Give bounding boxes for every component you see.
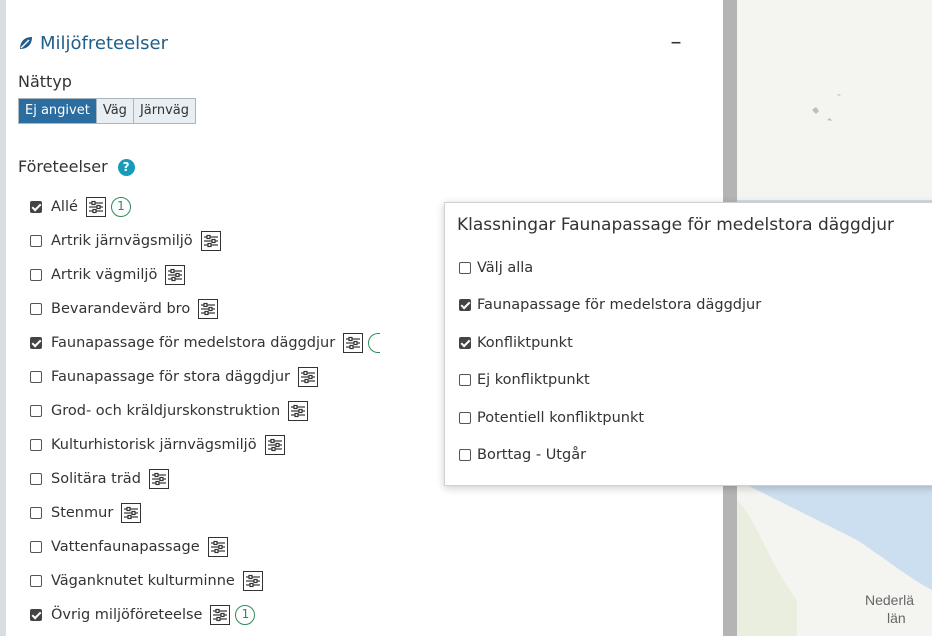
- classification-option[interactable]: Potentiell konfliktpunkt: [459, 399, 761, 437]
- selected-count-badge: 1: [110, 197, 131, 217]
- map-label-country-cont: län: [887, 610, 906, 626]
- classification-list: Välj alla Faunapassage för medelstora däg…: [459, 249, 761, 474]
- classification-checkbox[interactable]: [459, 261, 471, 274]
- help-icon[interactable]: ?: [117, 159, 135, 176]
- phenomenon-checkbox[interactable]: [30, 575, 42, 587]
- popup-title: Klassningar Faunapassage för medelstora …: [457, 215, 895, 235]
- selected-count-badge: 1: [235, 605, 256, 625]
- classification-label[interactable]: Konfliktpunkt: [477, 335, 573, 351]
- classification-option[interactable]: Ej konfliktpunkt: [459, 362, 761, 400]
- filter-settings-icon[interactable]: [148, 469, 169, 489]
- filter-settings-icon[interactable]: [200, 231, 221, 251]
- phenomenon-row: Solitära träd: [30, 462, 380, 496]
- phenomenon-label[interactable]: Vattenfaunapassage: [51, 539, 200, 555]
- filter-settings-icon[interactable]: [210, 605, 231, 625]
- phenomenon-checkbox[interactable]: [30, 337, 42, 349]
- phenomenon-label[interactable]: Allé: [51, 199, 78, 215]
- phenomenon-checkbox[interactable]: [30, 269, 42, 281]
- phenomenon-row: Faunapassage för medelstora däggdjur: [30, 326, 381, 360]
- classification-checkbox[interactable]: [459, 449, 471, 462]
- phenomenon-label[interactable]: Väganknutet kulturminne: [51, 573, 235, 589]
- phenomenon-row: Väganknutet kulturminne: [30, 564, 380, 598]
- phenomenon-label[interactable]: Artrik järnvägsmiljö: [51, 233, 193, 249]
- phenomenon-checkbox[interactable]: [30, 507, 42, 519]
- classification-popup: Klassningar Faunapassage för medelstora …: [444, 202, 932, 486]
- filter-settings-icon[interactable]: [288, 401, 309, 421]
- phenomenon-row: Grod- och kräldjurskonstruktion: [30, 394, 380, 428]
- phenomenon-checkbox[interactable]: [30, 439, 42, 451]
- classification-label[interactable]: Välj alla: [477, 260, 533, 276]
- phenomenon-row: Vattenfaunapassage: [30, 530, 380, 564]
- network-type-label: Nättyp: [18, 72, 72, 91]
- classification-label[interactable]: Faunapassage för medelstora däggdjur: [477, 297, 761, 313]
- phenomenon-row: Stenmur: [30, 496, 380, 530]
- panel-title: Miljöfreteelser: [40, 32, 169, 54]
- count-badge-partial: [368, 333, 381, 353]
- phenomenon-label[interactable]: Faunapassage för stora däggdjur: [51, 369, 290, 385]
- filter-settings-icon[interactable]: [242, 571, 263, 591]
- leaf-icon: [20, 37, 32, 49]
- phenomenon-checkbox[interactable]: [30, 405, 42, 417]
- phenomenon-row: Bevarandevärd bro: [30, 292, 380, 326]
- phenomenon-checkbox[interactable]: [30, 371, 42, 383]
- minimize-button[interactable]: –: [666, 28, 686, 58]
- phenomenon-label[interactable]: Artrik vägmiljö: [51, 267, 157, 283]
- network-type-selector: Ej angivet Väg Järnväg: [18, 98, 197, 124]
- classification-option[interactable]: Borttag - Utgår: [459, 437, 761, 475]
- phenomena-list: Allé 1 Artrik järnvägsmiljö Artrik vägmiljö…: [30, 190, 381, 632]
- network-option-vag[interactable]: Väg: [96, 99, 134, 123]
- phenomenon-label[interactable]: Övrig miljöföreteelse: [51, 607, 202, 623]
- phenomenon-label[interactable]: Faunapassage för medelstora däggdjur: [51, 335, 335, 351]
- classification-option[interactable]: Konfliktpunkt: [459, 324, 761, 362]
- phenomenon-label[interactable]: Grod- och kräldjurskonstruktion: [51, 403, 280, 419]
- phenomenon-label[interactable]: Kulturhistorisk järnvägsmiljö: [51, 437, 257, 453]
- phenomenon-checkbox[interactable]: [30, 473, 42, 485]
- classification-checkbox[interactable]: [459, 336, 471, 349]
- phenomenon-row: Faunapassage för stora däggdjur: [30, 360, 380, 394]
- phenomenon-row: Kulturhistorisk järnvägsmiljö: [30, 428, 380, 462]
- classification-checkbox[interactable]: [459, 411, 471, 424]
- phenomenon-checkbox[interactable]: [30, 235, 42, 247]
- filter-settings-icon[interactable]: [198, 299, 219, 319]
- phenomenon-label[interactable]: Stenmur: [51, 505, 113, 521]
- classification-label[interactable]: Ej konfliktpunkt: [477, 372, 590, 388]
- classification-checkbox[interactable]: [459, 374, 471, 387]
- phenomenon-row: Artrik järnvägsmiljö: [30, 224, 380, 258]
- map-label-country: Nederlä: [865, 592, 915, 608]
- panel-header: Miljöfreteelser: [18, 28, 168, 58]
- filter-settings-icon[interactable]: [85, 197, 106, 217]
- classification-label[interactable]: Potentiell konfliktpunkt: [477, 410, 644, 426]
- phenomena-label: Företeelser: [18, 157, 108, 176]
- classification-option[interactable]: Välj alla: [459, 249, 761, 287]
- phenomenon-checkbox[interactable]: [30, 541, 42, 553]
- phenomena-heading: Företeelser?: [18, 157, 135, 176]
- network-option-jarnvag[interactable]: Järnväg: [133, 99, 196, 123]
- filter-settings-icon[interactable]: [121, 503, 142, 523]
- classification-label[interactable]: Borttag - Utgår: [477, 447, 586, 463]
- filter-settings-icon[interactable]: [207, 537, 228, 557]
- phenomenon-row: Övrig miljöföreteelse 1: [30, 598, 380, 632]
- phenomenon-row: Artrik vägmiljö: [30, 258, 380, 292]
- filter-settings-icon[interactable]: [297, 367, 318, 387]
- filter-settings-icon[interactable]: [264, 435, 285, 455]
- phenomenon-label[interactable]: Bevarandevärd bro: [51, 301, 190, 317]
- phenomenon-label[interactable]: Solitära träd: [51, 471, 141, 487]
- filter-settings-icon[interactable]: [343, 333, 364, 353]
- classification-option[interactable]: Faunapassage för medelstora däggdjur: [459, 287, 761, 325]
- phenomenon-checkbox[interactable]: [30, 609, 42, 621]
- phenomenon-row: Allé 1: [30, 190, 380, 224]
- filter-settings-icon[interactable]: [165, 265, 186, 285]
- classification-checkbox[interactable]: [459, 299, 471, 312]
- phenomenon-checkbox[interactable]: [30, 201, 42, 213]
- network-option-ej-angivet[interactable]: Ej angivet: [19, 99, 97, 123]
- phenomenon-checkbox[interactable]: [30, 303, 42, 315]
